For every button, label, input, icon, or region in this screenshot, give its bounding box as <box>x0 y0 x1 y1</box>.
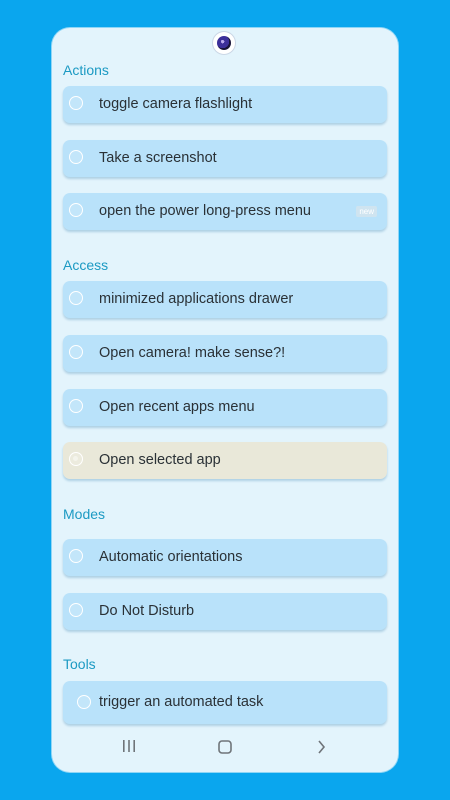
navigation-bar <box>52 733 398 763</box>
option-label: Open selected app <box>99 452 221 468</box>
option-label: trigger an automated task <box>99 694 264 710</box>
recents-icon <box>123 740 135 752</box>
section-title-tools: Tools <box>63 656 96 672</box>
option-automated-task[interactable]: trigger an automated task <box>63 681 387 724</box>
option-recent-apps[interactable]: Open recent apps menu <box>63 389 387 426</box>
back-button[interactable] <box>301 733 341 763</box>
radio-icon[interactable] <box>69 603 83 617</box>
radio-icon[interactable] <box>69 150 83 164</box>
option-open-selected-app[interactable]: Open selected app <box>63 442 387 479</box>
home-button[interactable] <box>205 733 245 763</box>
option-do-not-disturb[interactable]: Do Not Disturb <box>63 593 387 630</box>
section-title-modes: Modes <box>63 506 106 522</box>
back-icon <box>318 740 326 754</box>
radio-icon[interactable] <box>69 291 83 305</box>
home-icon <box>218 740 232 754</box>
option-label: Do Not Disturb <box>99 603 195 619</box>
option-label: minimized applications drawer <box>99 291 294 307</box>
phone-screen: Actions toggle camera flashlight Take a … <box>52 28 398 772</box>
option-label: Take a screenshot <box>99 150 217 166</box>
option-label: Open recent apps menu <box>99 399 255 415</box>
option-label: open the power long-press menu <box>99 203 311 219</box>
radio-icon[interactable] <box>69 345 83 359</box>
option-label: Automatic orientations <box>99 549 243 565</box>
option-toggle-flashlight[interactable]: toggle camera flashlight <box>63 86 387 123</box>
option-label: Open camera! make sense?! <box>99 345 286 361</box>
option-app-drawer[interactable]: minimized applications drawer <box>63 281 387 318</box>
option-open-camera[interactable]: Open camera! make sense?! <box>63 335 387 372</box>
option-take-screenshot[interactable]: Take a screenshot <box>63 140 387 177</box>
front-camera-icon <box>213 32 235 54</box>
radio-icon[interactable] <box>69 96 83 110</box>
radio-icon[interactable] <box>69 549 83 563</box>
radio-icon[interactable] <box>69 203 83 217</box>
section-title-actions: Actions <box>63 62 109 78</box>
radio-selected-icon[interactable] <box>69 452 83 466</box>
new-badge: new <box>356 206 377 217</box>
radio-icon[interactable] <box>69 399 83 413</box>
option-auto-orientation[interactable]: Automatic orientations <box>63 539 387 576</box>
option-power-menu[interactable]: open the power long-press menu new <box>63 193 387 230</box>
section-title-access: Access <box>63 257 109 273</box>
radio-icon[interactable] <box>77 695 91 709</box>
recents-button[interactable] <box>109 733 149 763</box>
option-label: toggle camera flashlight <box>99 96 253 112</box>
